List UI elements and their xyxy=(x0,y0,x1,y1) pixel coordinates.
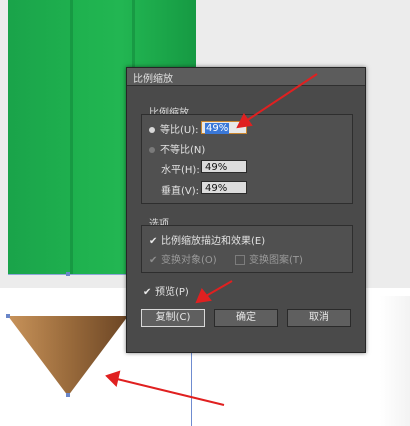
arrow-to-uniform-field xyxy=(245,73,318,122)
arrowhead-icon xyxy=(195,288,212,304)
artboard-canvas[interactable]: 比例缩放 比例缩放 等比(U): 49% 不等比(N) 水平(H): 49% 垂… xyxy=(0,0,410,426)
arrow-to-pencil-tip xyxy=(116,378,225,406)
arrow-to-copy-button xyxy=(205,280,233,297)
arrowhead-icon xyxy=(105,370,121,387)
arrowhead-icon xyxy=(236,113,253,129)
annotation-arrows xyxy=(105,73,318,406)
